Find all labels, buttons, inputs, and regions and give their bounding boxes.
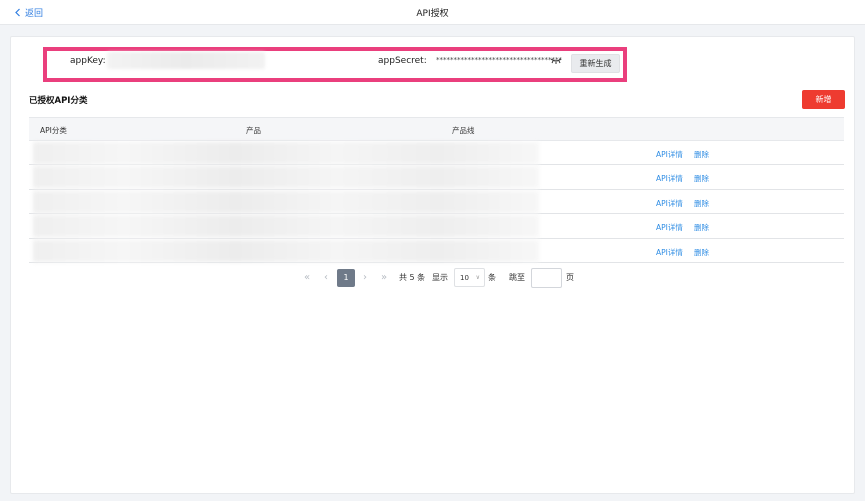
next-page-icon[interactable]: › — [363, 272, 367, 283]
api-detail-link[interactable]: API详情 — [656, 198, 683, 209]
api-detail-link[interactable]: API详情 — [656, 149, 683, 160]
table-row: API详情 删除 — [29, 141, 844, 166]
api-detail-link[interactable]: API详情 — [656, 222, 683, 233]
page-size-value: 10 — [460, 274, 469, 282]
api-detail-link[interactable]: API详情 — [656, 173, 683, 184]
top-bar: 返回 API授权 — [0, 0, 865, 25]
jump-label: 跳至 — [509, 273, 525, 282]
section-title: 已授权API分类 — [29, 96, 88, 106]
show-label: 显示 — [432, 273, 448, 282]
api-table: API分类 产品 产品线 API详情 删除 API详情 删除 API详情 删除 … — [29, 117, 844, 263]
app-key-value — [107, 52, 265, 69]
api-detail-link[interactable]: API详情 — [656, 247, 683, 258]
chevron-down-icon: ∨ — [475, 274, 480, 281]
regenerate-button[interactable]: 重新生成 — [571, 54, 620, 73]
column-header-product-line: 产品线 — [452, 126, 475, 135]
delete-link[interactable]: 删除 — [694, 198, 709, 209]
total-count: 共 5 条 — [399, 273, 426, 282]
page-unit: 页 — [566, 273, 574, 282]
app-secret-label: appSecret: — [378, 56, 427, 66]
prev-page-icon[interactable]: ‹ — [324, 272, 328, 283]
main-card: appKey: appSecret: *********************… — [10, 36, 855, 494]
last-page-icon[interactable]: » — [381, 272, 387, 283]
table-row: API详情 删除 — [29, 165, 844, 190]
column-header-product: 产品 — [246, 126, 261, 135]
pagination: « ‹ 1 › » 共 5 条 显示 10 ∨ 条 跳至 页 — [11, 268, 856, 288]
delete-link[interactable]: 删除 — [694, 149, 709, 160]
delete-link[interactable]: 删除 — [694, 173, 709, 184]
eye-closed-icon[interactable] — [550, 56, 562, 65]
page-title: API授权 — [416, 9, 449, 19]
redacted-cells — [33, 190, 539, 213]
app-secret-value: ************************************ — [436, 56, 562, 64]
delete-link[interactable]: 删除 — [694, 247, 709, 258]
table-header: API分类 产品 产品线 — [29, 117, 844, 141]
table-row: API详情 删除 — [29, 190, 844, 215]
table-row: API详情 删除 — [29, 214, 844, 239]
redacted-cells — [33, 215, 539, 238]
items-unit: 条 — [488, 273, 496, 282]
delete-link[interactable]: 删除 — [694, 222, 709, 233]
redacted-cells — [33, 239, 539, 262]
current-page-button[interactable]: 1 — [337, 269, 355, 287]
page-size-select[interactable]: 10 ∨ — [454, 268, 485, 287]
redacted-cells — [33, 142, 539, 164]
app-key-label: appKey: — [70, 56, 106, 66]
table-row: API详情 删除 — [29, 239, 844, 263]
redacted-cells — [33, 166, 539, 189]
jump-page-input[interactable] — [531, 268, 562, 288]
column-header-api-category: API分类 — [40, 126, 67, 135]
first-page-icon[interactable]: « — [304, 272, 310, 283]
add-button[interactable]: 新增 — [802, 90, 845, 109]
